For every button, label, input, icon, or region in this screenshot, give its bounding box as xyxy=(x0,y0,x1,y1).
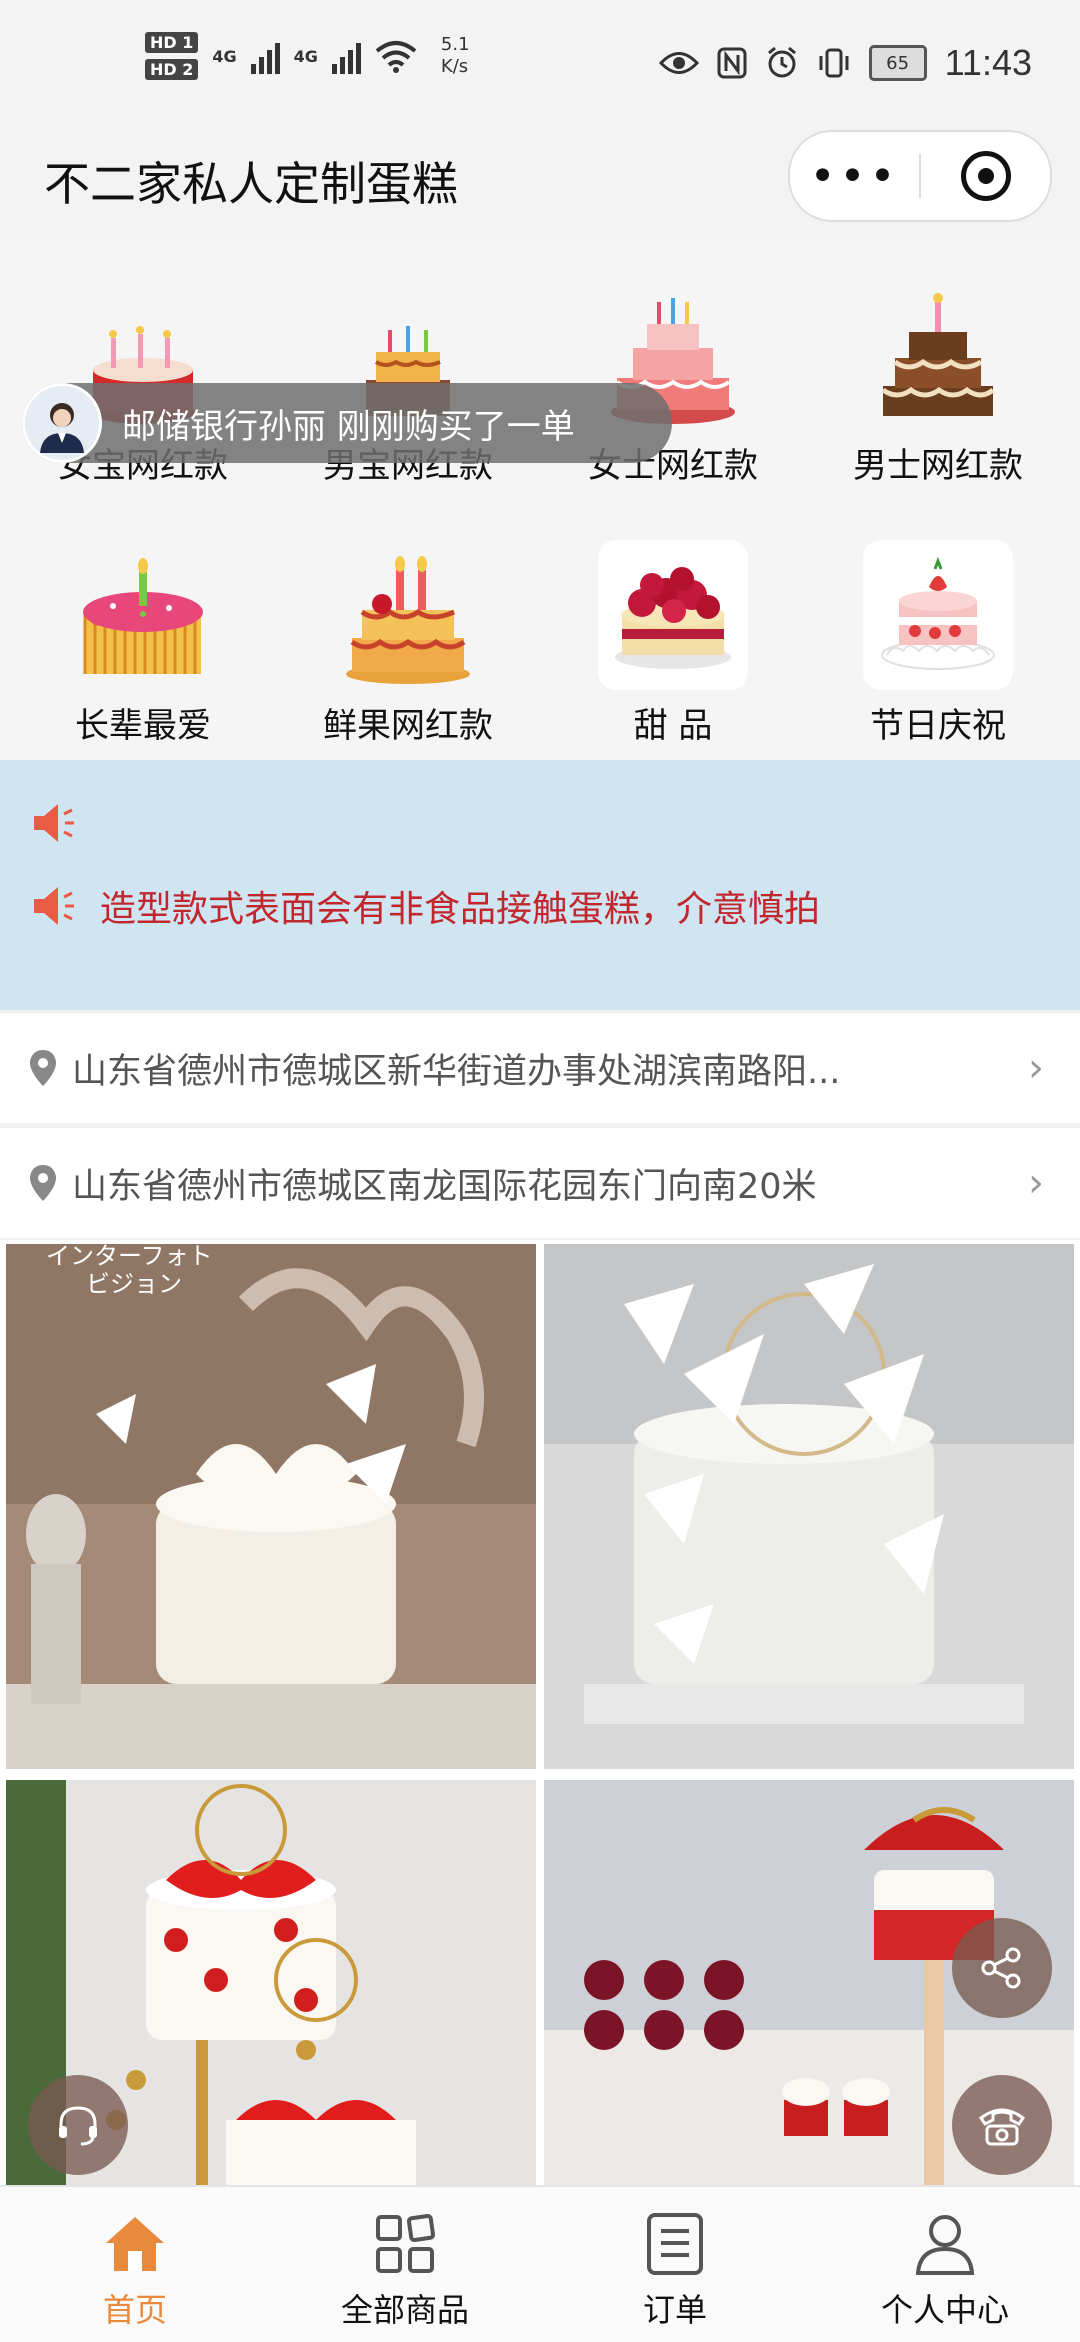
grid-icon xyxy=(376,2213,436,2273)
tab-home[interactable]: 首页 xyxy=(0,2209,270,2331)
product-image: インターフォト ビジョン xyxy=(6,1244,536,1769)
wifi-icon xyxy=(375,41,417,73)
location-pin-icon xyxy=(30,1165,56,1201)
nfc-icon xyxy=(717,47,747,79)
photo-caption: インターフォト xyxy=(46,1244,213,1270)
product-card[interactable]: インターフォト ビジョン xyxy=(6,1244,536,1769)
cake-icon xyxy=(68,540,218,690)
tab-label: 订单 xyxy=(642,2291,707,2329)
customer-service-button[interactable] xyxy=(28,2075,128,2175)
bottom-tab-bar: 首页 全部商品 订单 个人中心 xyxy=(0,2185,1080,2342)
notice-text: 造型款式表面会有非食品接触蛋糕，介意慎拍 xyxy=(100,889,821,930)
network-type-1: 4G xyxy=(212,46,237,66)
share-icon xyxy=(981,1947,1021,1989)
purchase-toast: 邮储银行孙丽 刚刚购买了一单 xyxy=(22,383,672,463)
headset-icon xyxy=(59,2106,97,2146)
vibrate-icon xyxy=(819,48,849,78)
signal-icon xyxy=(250,38,280,74)
toast-text: 邮储银行孙丽 刚刚购买了一单 xyxy=(122,406,575,447)
category-label: 节日庆祝 xyxy=(870,706,1006,746)
dessert-icon xyxy=(598,540,748,690)
share-button[interactable] xyxy=(952,1918,1052,2018)
chevron-right-icon: › xyxy=(1028,1160,1044,1206)
tab-label: 个人中心 xyxy=(880,2291,1009,2329)
page-title: 不二家私人定制蛋糕 xyxy=(44,157,458,211)
tab-all-products[interactable]: 全部商品 xyxy=(270,2209,540,2331)
address-row[interactable]: 山东省德州市德城区新华街道办事处湖滨南路阳... › xyxy=(0,1013,1080,1123)
sim-badges: HD 1 HD 2 xyxy=(145,32,199,80)
category-item[interactable]: 长辈最爱 xyxy=(28,540,258,747)
tab-label: 全部商品 xyxy=(340,2291,469,2329)
category-label: 男士网红款 xyxy=(853,446,1023,486)
network-speed: 5.1 K/s xyxy=(441,34,470,78)
notice-row xyxy=(30,800,100,846)
category-item[interactable]: 节日庆祝 xyxy=(823,540,1053,747)
notice-banner: 造型款式表面会有非食品接触蛋糕，介意慎拍 xyxy=(0,760,1080,1010)
category-item[interactable]: 男士网红款 xyxy=(823,280,1053,487)
more-button[interactable]: ••• xyxy=(790,151,919,202)
sim2-badge: HD 2 xyxy=(145,59,199,80)
category-label: 长辈最爱 xyxy=(75,706,211,746)
category-item[interactable]: 甜 品 xyxy=(558,540,788,747)
avatar xyxy=(22,383,102,463)
miniprogram-capsule: ••• xyxy=(788,130,1052,222)
close-button[interactable] xyxy=(921,151,1050,201)
close-target-icon xyxy=(960,151,1011,201)
cake-icon xyxy=(863,280,1013,430)
category-grid: 女宝网红款 男宝网红款 女士网红款 男士网红款 长辈最爱 鲜果网红款 甜 品 节… xyxy=(0,240,1080,760)
phone-button[interactable] xyxy=(952,2075,1052,2175)
notice-row: 造型款式表面会有非食品接触蛋糕，介意慎拍 xyxy=(30,880,820,932)
chevron-right-icon: › xyxy=(1028,1045,1044,1091)
battery-icon: 65 xyxy=(868,45,927,81)
signal-icon-2 xyxy=(331,38,361,74)
status-right: 65 11:43 xyxy=(658,42,1032,84)
title-bar: 不二家私人定制蛋糕 ••• xyxy=(0,130,1080,240)
product-grid: インターフォト ビジョン xyxy=(0,1240,1080,2185)
tab-orders[interactable]: 订单 xyxy=(540,2209,810,2331)
order-icon xyxy=(647,2213,703,2275)
sim1-badge: HD 1 xyxy=(145,32,199,53)
speaker-icon xyxy=(34,804,74,842)
photo-caption: ビジョン xyxy=(86,1270,182,1298)
phone-icon xyxy=(978,2108,1026,2146)
clock: 11:43 xyxy=(944,42,1032,83)
address-text: 山东省德州市德城区南龙国际花园东门向南20米 xyxy=(72,1166,817,1207)
cake-icon xyxy=(863,540,1013,690)
category-label: 鲜果网红款 xyxy=(323,706,493,746)
network-speed-value: 5.1 xyxy=(440,34,470,55)
product-card[interactable] xyxy=(544,1244,1074,1769)
category-item[interactable]: 鲜果网红款 xyxy=(293,540,523,747)
tab-label: 首页 xyxy=(102,2291,167,2329)
user-icon xyxy=(915,2215,975,2275)
status-left: HD 1 HD 2 4G 4G 5.1 K/s xyxy=(145,32,470,80)
battery-level: 65 xyxy=(886,52,910,74)
product-image xyxy=(544,1244,1074,1769)
status-bar: HD 1 HD 2 4G 4G 5.1 K/s 65 11:43 xyxy=(0,0,1080,130)
alarm-icon xyxy=(767,46,796,78)
location-pin-icon xyxy=(30,1050,56,1086)
category-label: 甜 品 xyxy=(633,706,713,746)
network-type-2: 4G xyxy=(293,46,318,66)
address-text: 山东省德州市德城区新华街道办事处湖滨南路阳... xyxy=(72,1051,841,1092)
tab-profile[interactable]: 个人中心 xyxy=(810,2209,1080,2331)
eye-icon xyxy=(658,52,699,74)
home-icon xyxy=(106,2217,164,2271)
address-row[interactable]: 山东省德州市德城区南龙国际花园东门向南20米 › xyxy=(0,1128,1080,1238)
cake-icon xyxy=(333,540,483,690)
network-speed-unit: K/s xyxy=(440,56,469,77)
speaker-icon xyxy=(34,887,74,925)
